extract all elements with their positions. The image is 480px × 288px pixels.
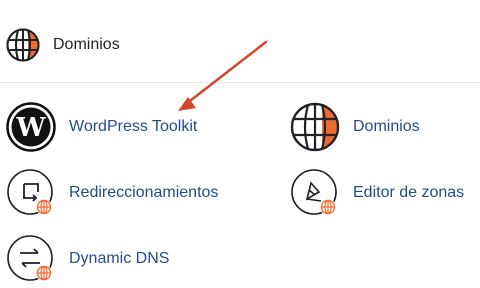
tool-redireccionamientos[interactable]: Redireccionamientos <box>6 168 266 220</box>
tool-label[interactable]: Dominios <box>353 117 420 137</box>
section-header: Dominios <box>0 0 480 83</box>
tool-dominios[interactable]: Dominios <box>290 102 470 154</box>
redirect-icon <box>7 169 53 215</box>
svg-text:W: W <box>15 113 46 143</box>
globe-icon <box>290 102 340 152</box>
zone-editor-icon <box>291 169 337 215</box>
tool-label[interactable]: Redireccionamientos <box>69 183 218 203</box>
globe-icon <box>6 28 40 62</box>
tool-label[interactable]: WordPress Toolkit <box>69 117 197 137</box>
tool-dynamic-dns[interactable]: Dynamic DNS <box>6 234 266 286</box>
tool-wordpress-toolkit[interactable]: W WordPress Toolkit <box>6 102 266 154</box>
tool-editor-de-zonas[interactable]: Editor de zonas <box>290 168 476 220</box>
tool-label[interactable]: Dynamic DNS <box>69 249 169 269</box>
dynamic-dns-icon <box>7 235 53 281</box>
tool-label[interactable]: Editor de zonas <box>353 183 464 203</box>
section-title: Dominios <box>53 36 120 53</box>
wordpress-icon: W <box>6 102 56 152</box>
